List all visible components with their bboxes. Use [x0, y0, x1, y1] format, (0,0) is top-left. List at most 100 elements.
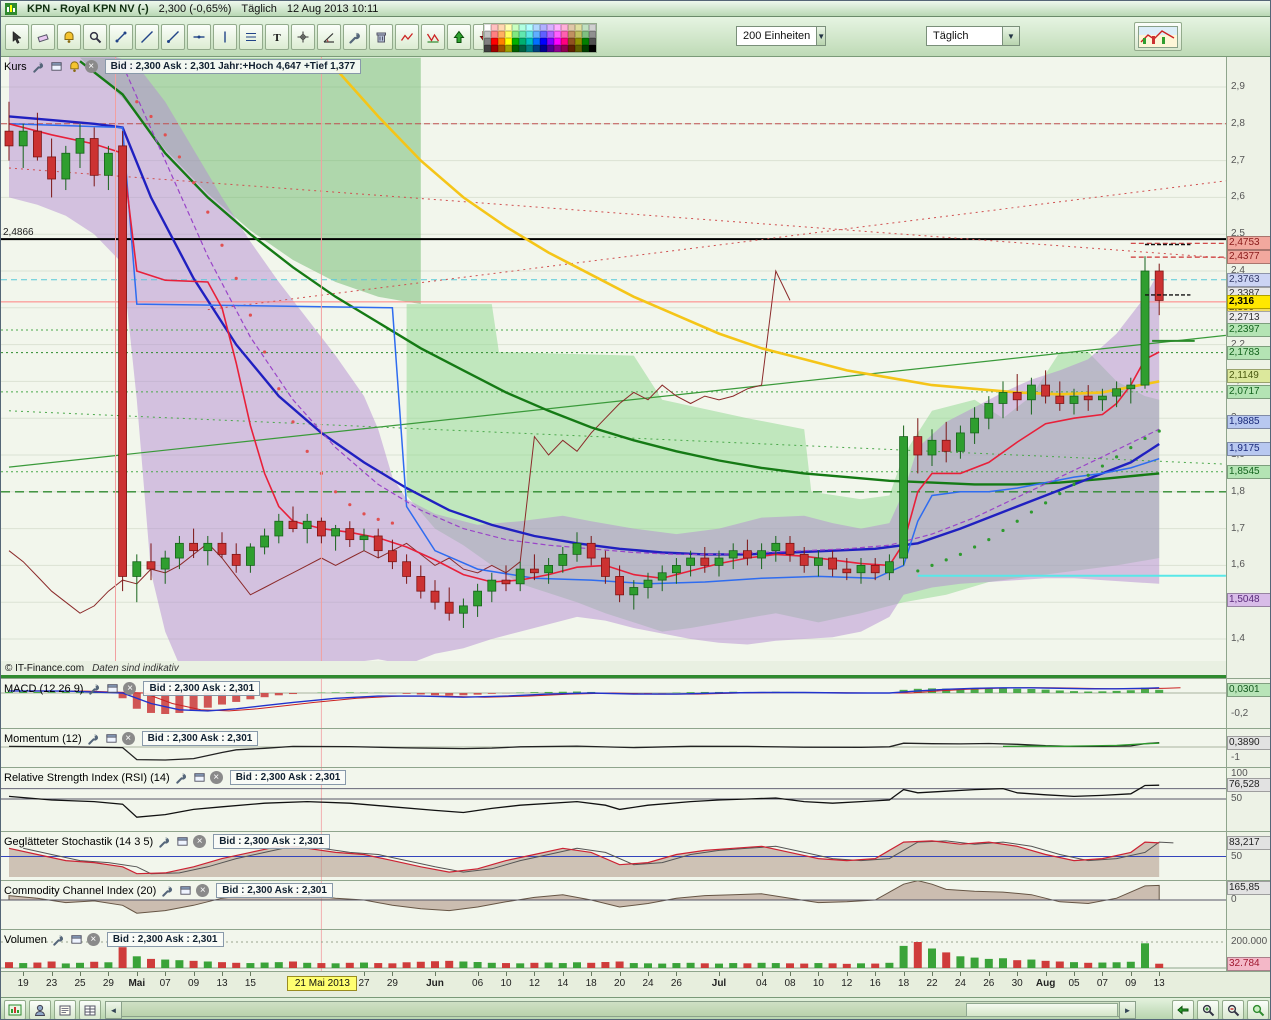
color-swatch[interactable] [526, 45, 533, 52]
color-swatch[interactable] [589, 31, 596, 38]
panel-alarm-icon[interactable] [67, 60, 82, 74]
volume-axis[interactable]: 200.000 32.784 [1226, 930, 1270, 971]
color-swatch[interactable] [554, 31, 561, 38]
panel-detach-icon[interactable] [104, 732, 119, 746]
cursor-tool[interactable] [5, 24, 29, 50]
panel-close-icon[interactable]: × [86, 933, 100, 946]
pattern-tool-1[interactable] [395, 24, 419, 50]
panel-settings-icon[interactable] [157, 835, 172, 849]
color-swatch[interactable] [568, 31, 575, 38]
color-swatch[interactable] [526, 31, 533, 38]
pattern-tool-2[interactable] [421, 24, 445, 50]
color-swatch[interactable] [505, 38, 512, 45]
panel-close-icon[interactable]: × [209, 771, 223, 784]
time-axis[interactable]: 19 23 25 29 Mai 07 09 13 15 27 29 Jun 06 10 12 14 18 20 24… [1, 971, 1270, 997]
color-swatch[interactable] [505, 24, 512, 31]
color-swatch[interactable] [512, 38, 519, 45]
alarm-tool[interactable] [57, 24, 81, 50]
color-swatch[interactable] [498, 24, 505, 31]
color-swatch[interactable] [540, 38, 547, 45]
color-swatch[interactable] [533, 45, 540, 52]
chart-scrollbar[interactable]: ◄ ► [105, 1001, 1136, 1019]
color-swatch[interactable] [533, 24, 540, 31]
color-swatch[interactable] [540, 24, 547, 31]
color-swatch[interactable] [547, 45, 554, 52]
color-swatch[interactable] [526, 38, 533, 45]
color-swatch[interactable] [582, 38, 589, 45]
color-swatch[interactable] [519, 45, 526, 52]
panel-settings-icon[interactable] [51, 933, 66, 947]
text-tool[interactable]: T [265, 24, 289, 50]
panel-detach-icon[interactable] [49, 60, 64, 74]
panel-detach-icon[interactable] [105, 682, 120, 696]
color-swatch[interactable] [491, 38, 498, 45]
line-tool[interactable] [135, 24, 159, 50]
chevron-down-icon[interactable]: ▼ [816, 27, 826, 45]
price-chart-plot[interactable] [1, 57, 1226, 663]
color-swatch[interactable] [533, 38, 540, 45]
color-swatch[interactable] [519, 24, 526, 31]
color-swatch[interactable] [561, 24, 568, 31]
panel-close-icon[interactable]: × [123, 682, 137, 695]
panel-close-icon[interactable]: × [84, 60, 98, 73]
panel-detach-icon[interactable] [69, 933, 84, 947]
color-swatch[interactable] [561, 45, 568, 52]
segment-tool[interactable] [109, 24, 133, 50]
settings-tool[interactable] [343, 24, 367, 50]
color-swatch[interactable] [484, 45, 491, 52]
vertical-line-tool[interactable] [213, 24, 237, 50]
cci-axis[interactable]: 0 165,85 [1226, 881, 1270, 929]
color-swatch[interactable] [491, 31, 498, 38]
color-swatch[interactable] [498, 45, 505, 52]
chart-edit-icon[interactable] [4, 1000, 26, 1019]
color-swatch[interactable] [512, 31, 519, 38]
scroll-right-button[interactable]: ► [1119, 1001, 1136, 1019]
scrollbar-track[interactable] [121, 1001, 1120, 1017]
color-swatch[interactable] [512, 24, 519, 31]
stoch-axis[interactable]: 50 83,217 [1226, 832, 1270, 880]
macd-axis[interactable]: -0,2 0,0301 [1226, 679, 1270, 728]
ray-tool[interactable] [161, 24, 185, 50]
person-icon[interactable] [29, 1000, 51, 1019]
scroll-left-button[interactable]: ◄ [105, 1001, 122, 1019]
color-swatch[interactable] [498, 38, 505, 45]
panel-detach-icon[interactable] [175, 835, 190, 849]
color-swatch[interactable] [491, 45, 498, 52]
color-swatch[interactable] [547, 31, 554, 38]
color-swatch[interactable] [575, 31, 582, 38]
color-swatch[interactable] [526, 24, 533, 31]
momentum-axis[interactable]: -1 0,3890 [1226, 729, 1270, 767]
color-swatch[interactable] [498, 31, 505, 38]
panel-close-icon[interactable]: × [193, 835, 207, 848]
rsi-axis[interactable]: 100 50 76,528 [1226, 768, 1270, 831]
color-swatch[interactable] [582, 24, 589, 31]
panel-settings-icon[interactable] [174, 771, 189, 785]
color-swatch[interactable] [547, 38, 554, 45]
color-swatch[interactable] [540, 45, 547, 52]
panel-settings-icon[interactable] [160, 884, 175, 898]
orders-table-icon[interactable] [79, 1000, 101, 1019]
color-swatch[interactable] [533, 31, 540, 38]
units-dropdown[interactable]: 200 Einheiten ▼ [736, 26, 826, 46]
color-swatch[interactable] [554, 24, 561, 31]
zoom-out-icon[interactable] [1222, 1000, 1244, 1019]
scrollbar-thumb[interactable] [966, 1003, 1118, 1017]
color-swatch[interactable] [547, 24, 554, 31]
color-swatch[interactable] [505, 31, 512, 38]
panel-close-icon[interactable]: × [196, 884, 210, 897]
color-swatch[interactable] [484, 38, 491, 45]
color-swatch[interactable] [484, 24, 491, 31]
color-swatch[interactable] [561, 31, 568, 38]
zoom-area-tool[interactable] [83, 24, 107, 50]
color-swatch[interactable] [554, 45, 561, 52]
color-swatch[interactable] [540, 31, 547, 38]
period-dropdown[interactable]: Täglich ▼ [926, 26, 1020, 46]
color-swatch[interactable] [554, 38, 561, 45]
chevron-down-icon[interactable]: ▼ [1002, 27, 1019, 45]
delete-tool[interactable] [369, 24, 393, 50]
color-swatch[interactable] [589, 38, 596, 45]
parallel-lines-tool[interactable] [239, 24, 263, 50]
zoom-in-icon[interactable] [1197, 1000, 1219, 1019]
color-swatch[interactable] [491, 24, 498, 31]
pan-mode-icon[interactable] [1172, 1000, 1194, 1019]
